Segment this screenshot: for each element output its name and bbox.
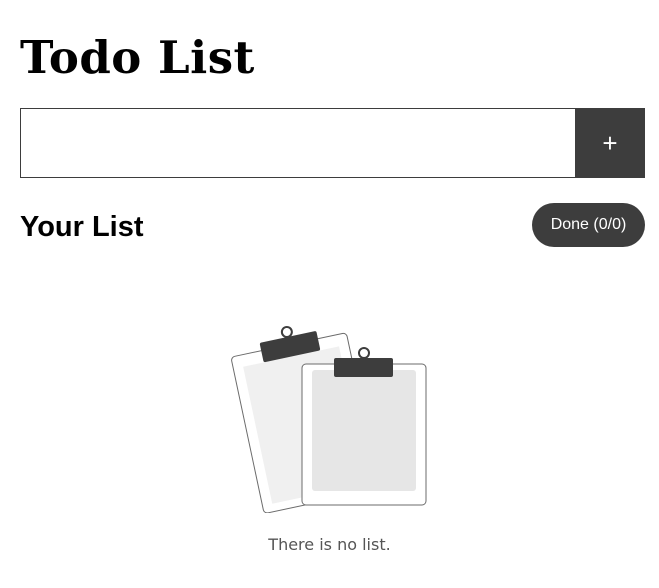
add-button[interactable]: + <box>575 108 645 178</box>
todo-input[interactable] <box>20 108 575 178</box>
clipboards-icon <box>231 325 427 513</box>
done-filter-button[interactable]: Done (0/0) <box>532 203 645 247</box>
app-title: Todo List <box>20 31 255 84</box>
list-heading: Your List <box>20 211 144 243</box>
empty-list-message: There is no list. <box>268 535 391 554</box>
front-clipboard-icon <box>301 347 427 506</box>
add-todo-form: + <box>20 108 645 178</box>
